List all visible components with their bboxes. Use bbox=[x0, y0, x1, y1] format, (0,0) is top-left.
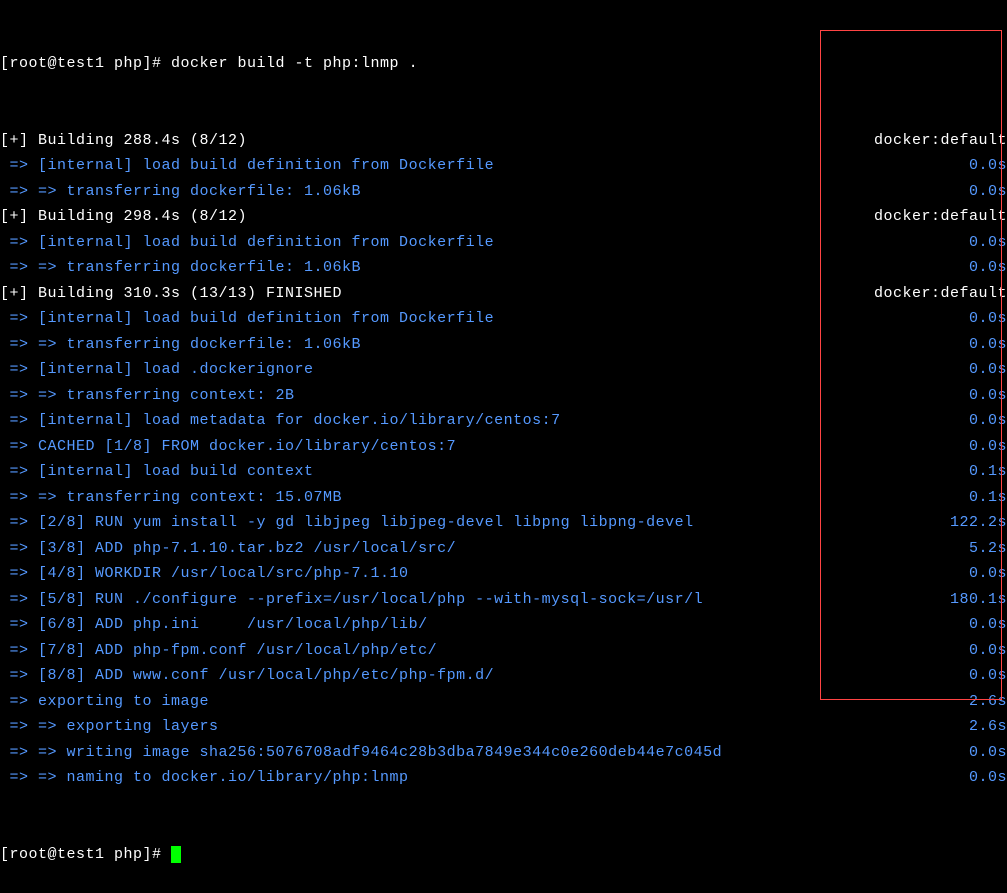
output-line: => => naming to docker.io/library/php:ln… bbox=[0, 765, 1007, 791]
output-line: [+] Building 298.4s (8/12) docker:default bbox=[0, 204, 1007, 230]
output-text-right: 0.0s bbox=[969, 306, 1007, 332]
output-text-right: 180.1s bbox=[950, 587, 1007, 613]
output-line: => [2/8] RUN yum install -y gd libjpeg l… bbox=[0, 510, 1007, 536]
output-text-left: => [internal] load metadata for docker.i… bbox=[0, 408, 561, 434]
output-text-right: 0.0s bbox=[969, 153, 1007, 179]
output-line: => [internal] load build definition from… bbox=[0, 306, 1007, 332]
output-text-right: 0.0s bbox=[969, 434, 1007, 460]
output-line: => [8/8] ADD www.conf /usr/local/php/etc… bbox=[0, 663, 1007, 689]
output-line: => => writing image sha256:5076708adf946… bbox=[0, 740, 1007, 766]
output-text-left: => => writing image sha256:5076708adf946… bbox=[0, 740, 722, 766]
output-line: => [internal] load build definition from… bbox=[0, 230, 1007, 256]
output-line: => [3/8] ADD php-7.1.10.tar.bz2 /usr/loc… bbox=[0, 536, 1007, 562]
output-text-left: [+] Building 298.4s (8/12) bbox=[0, 204, 247, 230]
output-line: => => transferring context: 15.07MB 0.1s bbox=[0, 485, 1007, 511]
output-text-right: 0.0s bbox=[969, 357, 1007, 383]
output-text-left: => [6/8] ADD php.ini /usr/local/php/lib/ bbox=[0, 612, 428, 638]
output-text-left: => => transferring context: 15.07MB bbox=[0, 485, 342, 511]
output-text-right: 122.2s bbox=[950, 510, 1007, 536]
command-prompt-line-end: [root@test1 php]# bbox=[0, 842, 1007, 868]
output-text-right: 0.0s bbox=[969, 408, 1007, 434]
output-line: => [internal] load .dockerignore 0.0s bbox=[0, 357, 1007, 383]
output-text-left: => [5/8] RUN ./configure --prefix=/usr/l… bbox=[0, 587, 703, 613]
output-text-right: 2.6s bbox=[969, 714, 1007, 740]
output-text-left: => => transferring dockerfile: 1.06kB bbox=[0, 179, 361, 205]
output-line: [+] Building 288.4s (8/12) docker:default bbox=[0, 128, 1007, 154]
prompt-text: [root@test1 php]# bbox=[0, 846, 171, 863]
output-line: => [7/8] ADD php-fpm.conf /usr/local/php… bbox=[0, 638, 1007, 664]
command-prompt-line: [root@test1 php]# docker build -t php:ln… bbox=[0, 51, 1007, 77]
output-text-left: [+] Building 310.3s (13/13) FINISHED bbox=[0, 281, 342, 307]
output-text-right: 0.0s bbox=[969, 638, 1007, 664]
output-line: => exporting to image 2.6s bbox=[0, 689, 1007, 715]
output-text-left: => => naming to docker.io/library/php:ln… bbox=[0, 765, 409, 791]
output-line: => [4/8] WORKDIR /usr/local/src/php-7.1.… bbox=[0, 561, 1007, 587]
output-line: => CACHED [1/8] FROM docker.io/library/c… bbox=[0, 434, 1007, 460]
output-line: => [5/8] RUN ./configure --prefix=/usr/l… bbox=[0, 587, 1007, 613]
output-text-right: 2.6s bbox=[969, 689, 1007, 715]
output-text-left: => => exporting layers bbox=[0, 714, 219, 740]
output-line: => => transferring dockerfile: 1.06kB 0.0… bbox=[0, 332, 1007, 358]
command-text: [root@test1 php]# docker build -t php:ln… bbox=[0, 51, 418, 77]
output-text-right: 0.1s bbox=[969, 485, 1007, 511]
output-line: => [internal] load build context 0.1s bbox=[0, 459, 1007, 485]
output-text-right: 0.0s bbox=[969, 230, 1007, 256]
output-line: => [internal] load metadata for docker.i… bbox=[0, 408, 1007, 434]
output-line: => [internal] load build definition from… bbox=[0, 153, 1007, 179]
output-text-left: => [internal] load .dockerignore bbox=[0, 357, 314, 383]
output-text-left: => [internal] load build context bbox=[0, 459, 314, 485]
output-text-right: 5.2s bbox=[969, 536, 1007, 562]
output-text-right: 0.0s bbox=[969, 740, 1007, 766]
output-text-left: => exporting to image bbox=[0, 689, 209, 715]
output-text-right: 0.0s bbox=[969, 179, 1007, 205]
output-line: [+] Building 310.3s (13/13) FINISHED dock… bbox=[0, 281, 1007, 307]
output-text-right: 0.1s bbox=[969, 459, 1007, 485]
output-text-left: => [4/8] WORKDIR /usr/local/src/php-7.1.… bbox=[0, 561, 409, 587]
cursor bbox=[171, 846, 181, 863]
output-text-right: docker:default bbox=[874, 204, 1007, 230]
output-text-left: => [3/8] ADD php-7.1.10.tar.bz2 /usr/loc… bbox=[0, 536, 456, 562]
output-text-left: => => transferring dockerfile: 1.06kB bbox=[0, 255, 361, 281]
output-text-left: => => transferring context: 2B bbox=[0, 383, 295, 409]
output-text-left: [+] Building 288.4s (8/12) bbox=[0, 128, 247, 154]
output-text-right: 0.0s bbox=[969, 383, 1007, 409]
output-line: => => transferring dockerfile: 1.06kB 0.0… bbox=[0, 179, 1007, 205]
output-line: => => transferring context: 2B 0.0s bbox=[0, 383, 1007, 409]
output-text-left: => [7/8] ADD php-fpm.conf /usr/local/php… bbox=[0, 638, 437, 664]
output-text-left: => [internal] load build definition from… bbox=[0, 306, 494, 332]
output-text-right: 0.0s bbox=[969, 332, 1007, 358]
output-text-right: 0.0s bbox=[969, 663, 1007, 689]
output-text-right: 0.0s bbox=[969, 255, 1007, 281]
output-text-left: => [internal] load build definition from… bbox=[0, 153, 494, 179]
terminal-output[interactable]: [root@test1 php]# docker build -t php:ln… bbox=[0, 0, 1007, 893]
output-line: => => exporting layers 2.6s bbox=[0, 714, 1007, 740]
output-text-left: => => transferring dockerfile: 1.06kB bbox=[0, 332, 361, 358]
output-line: => => transferring dockerfile: 1.06kB 0.0… bbox=[0, 255, 1007, 281]
output-text-right: 0.0s bbox=[969, 561, 1007, 587]
output-text-right: docker:default bbox=[874, 281, 1007, 307]
output-text-right: 0.0s bbox=[969, 612, 1007, 638]
output-line: => [6/8] ADD php.ini /usr/local/php/lib/… bbox=[0, 612, 1007, 638]
output-text-right: 0.0s bbox=[969, 765, 1007, 791]
output-text-right: docker:default bbox=[874, 128, 1007, 154]
output-text-left: => CACHED [1/8] FROM docker.io/library/c… bbox=[0, 434, 456, 460]
output-text-left: => [internal] load build definition from… bbox=[0, 230, 494, 256]
output-text-left: => [2/8] RUN yum install -y gd libjpeg l… bbox=[0, 510, 694, 536]
output-text-left: => [8/8] ADD www.conf /usr/local/php/etc… bbox=[0, 663, 494, 689]
